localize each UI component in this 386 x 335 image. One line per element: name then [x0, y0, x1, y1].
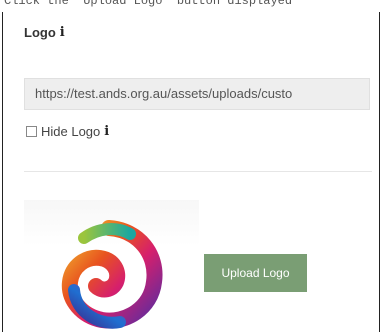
logo-preview [24, 200, 199, 330]
caption-text: Click the "Upload Logo" button displayed [4, 0, 293, 8]
info-icon[interactable]: i [60, 26, 65, 39]
divider [24, 171, 372, 172]
hide-logo-checkbox[interactable] [26, 126, 37, 137]
logo-url-input[interactable]: https://test.ands.org.au/assets/uploads/… [24, 78, 370, 110]
info-icon[interactable]: i [104, 125, 109, 138]
hide-logo-label[interactable]: Hide Logo [41, 124, 100, 139]
hide-logo-row: Hide Logo i [26, 124, 109, 139]
caption-strip: Click the "Upload Logo" button displayed [0, 0, 386, 12]
upload-logo-button[interactable]: Upload Logo [204, 254, 307, 292]
logo-heading: Logo i [24, 25, 65, 40]
logo-heading-label: Logo [24, 25, 56, 40]
swirl-logo-image [61, 220, 163, 329]
